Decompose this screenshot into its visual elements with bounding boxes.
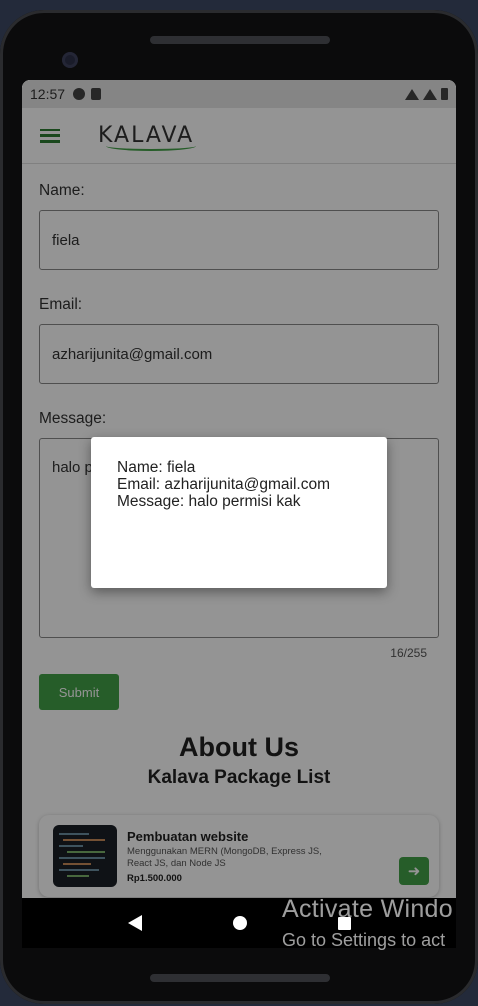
dialog-name-line: Name: fiela — [117, 459, 196, 476]
watermark-subtitle: Go to Settings to act — [282, 930, 446, 950]
dialog-email-line: Email: azharijunita@gmail.com — [117, 476, 331, 493]
front-camera — [62, 52, 78, 68]
bottom-speaker — [150, 974, 330, 982]
dialog-message-line: Message: halo permisi kak — [117, 493, 301, 510]
watermark-title: Activate Windo — [282, 895, 453, 923]
top-speaker — [150, 36, 330, 44]
home-icon[interactable] — [232, 916, 247, 930]
windows-activation-watermark: Activate Windo Go to Settings to act — [282, 895, 453, 951]
submission-dialog: Name: fiela Email: azharijunita@gmail.co… — [91, 437, 387, 588]
app-screen: 12:57 KALAVA Name: fiela Email: azhariju… — [22, 80, 456, 908]
back-icon[interactable] — [127, 915, 142, 931]
phone-frame: 12:57 KALAVA Name: fiela Email: azhariju… — [0, 10, 478, 1004]
